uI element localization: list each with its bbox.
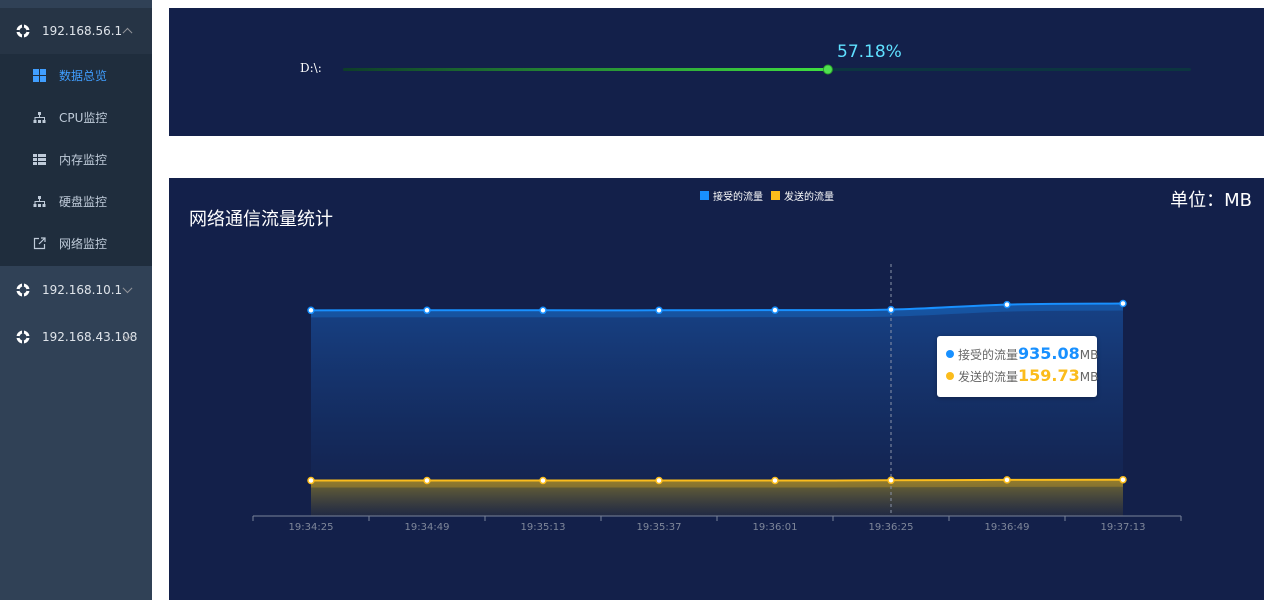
data-point-received (539, 306, 547, 315)
tooltip-unit: MB (1079, 370, 1099, 384)
x-tick-label: 19:36:25 (869, 522, 914, 533)
network-traffic-chart[interactable]: 19:34:25 19:34:49 19:35:13 19:35:37 19:36:01… (169, 178, 1264, 600)
x-tick-label: 19:36:01 (753, 522, 798, 533)
data-point-received (887, 305, 895, 314)
sidebar-item-memory[interactable]: 内存监控 (0, 138, 152, 180)
disk-progress-bar (343, 64, 1191, 75)
host-label: 192.168.10.1 (42, 283, 123, 297)
host-item-192-168-10-1[interactable]: 192.168.10.1 (0, 267, 152, 313)
target-icon (16, 330, 30, 344)
tooltip-value: 935.08 (1018, 344, 1080, 363)
table-icon (33, 153, 46, 166)
external-link-icon (33, 236, 46, 250)
sidebar-item-label: 网络监控 (59, 236, 108, 251)
tooltip-row-received: 接受的流量 935.08 MB (946, 344, 1098, 366)
network-traffic-panel: 网络通信流量统计 单位：MB 接受的流量 发送的流量 19:34:25 19:34… (169, 178, 1264, 600)
data-point-sent (655, 476, 663, 485)
series-dot (946, 372, 954, 380)
data-point-sent (539, 476, 547, 485)
data-point-received (307, 306, 315, 315)
sidebar-item-label: 硬盘监控 (59, 194, 108, 209)
line-shadow-sent (310, 480, 1124, 488)
tooltip-row-sent: 发送的流量 159.73 MB (946, 366, 1098, 388)
tooltip-label: 发送的流量 (958, 370, 1019, 384)
x-tick-label: 19:36:49 (985, 522, 1030, 533)
host-label: 192.168.43.108 (42, 330, 138, 344)
data-point-sent (1003, 476, 1011, 484)
progress-knob (822, 64, 833, 75)
data-point-received (423, 306, 431, 315)
chart-tooltip: 接受的流量 935.08 MB 发送的流量 159.73 MB (937, 336, 1098, 397)
data-point-received (771, 306, 779, 314)
sitemap-icon (33, 195, 46, 208)
data-point-received (1119, 299, 1127, 308)
sidebar-item-disk[interactable]: 硬盘监控 (0, 180, 152, 222)
x-tick-label: 19:37:13 (1101, 522, 1146, 533)
series-dot (946, 350, 954, 358)
tooltip-unit: MB (1079, 348, 1099, 362)
data-point-sent (887, 476, 895, 485)
data-point-sent (423, 476, 431, 485)
x-tick-label: 19:34:49 (405, 522, 450, 533)
progress-fill (343, 68, 828, 71)
line-sent (310, 478, 1124, 482)
x-tick-label: 19:35:13 (521, 522, 566, 533)
tooltip-value: 159.73 (1018, 366, 1080, 385)
x-tick-label: 19:34:25 (289, 522, 334, 533)
data-point-sent (771, 476, 779, 485)
data-point-sent (307, 476, 315, 485)
x-tick-label: 19:35:37 (637, 522, 682, 533)
sidebar-item-label: 内存监控 (59, 152, 108, 167)
data-point-received (1003, 300, 1011, 309)
data-point-received (655, 306, 663, 315)
data-point-sent (1119, 475, 1127, 484)
target-icon (16, 283, 30, 297)
tooltip-label: 接受的流量 (958, 348, 1019, 362)
chevron-down-icon (122, 283, 133, 294)
sidebar-item-network[interactable]: 网络监控 (0, 222, 152, 264)
host-item-192-168-43-108[interactable]: 192.168.43.108 (0, 314, 152, 360)
